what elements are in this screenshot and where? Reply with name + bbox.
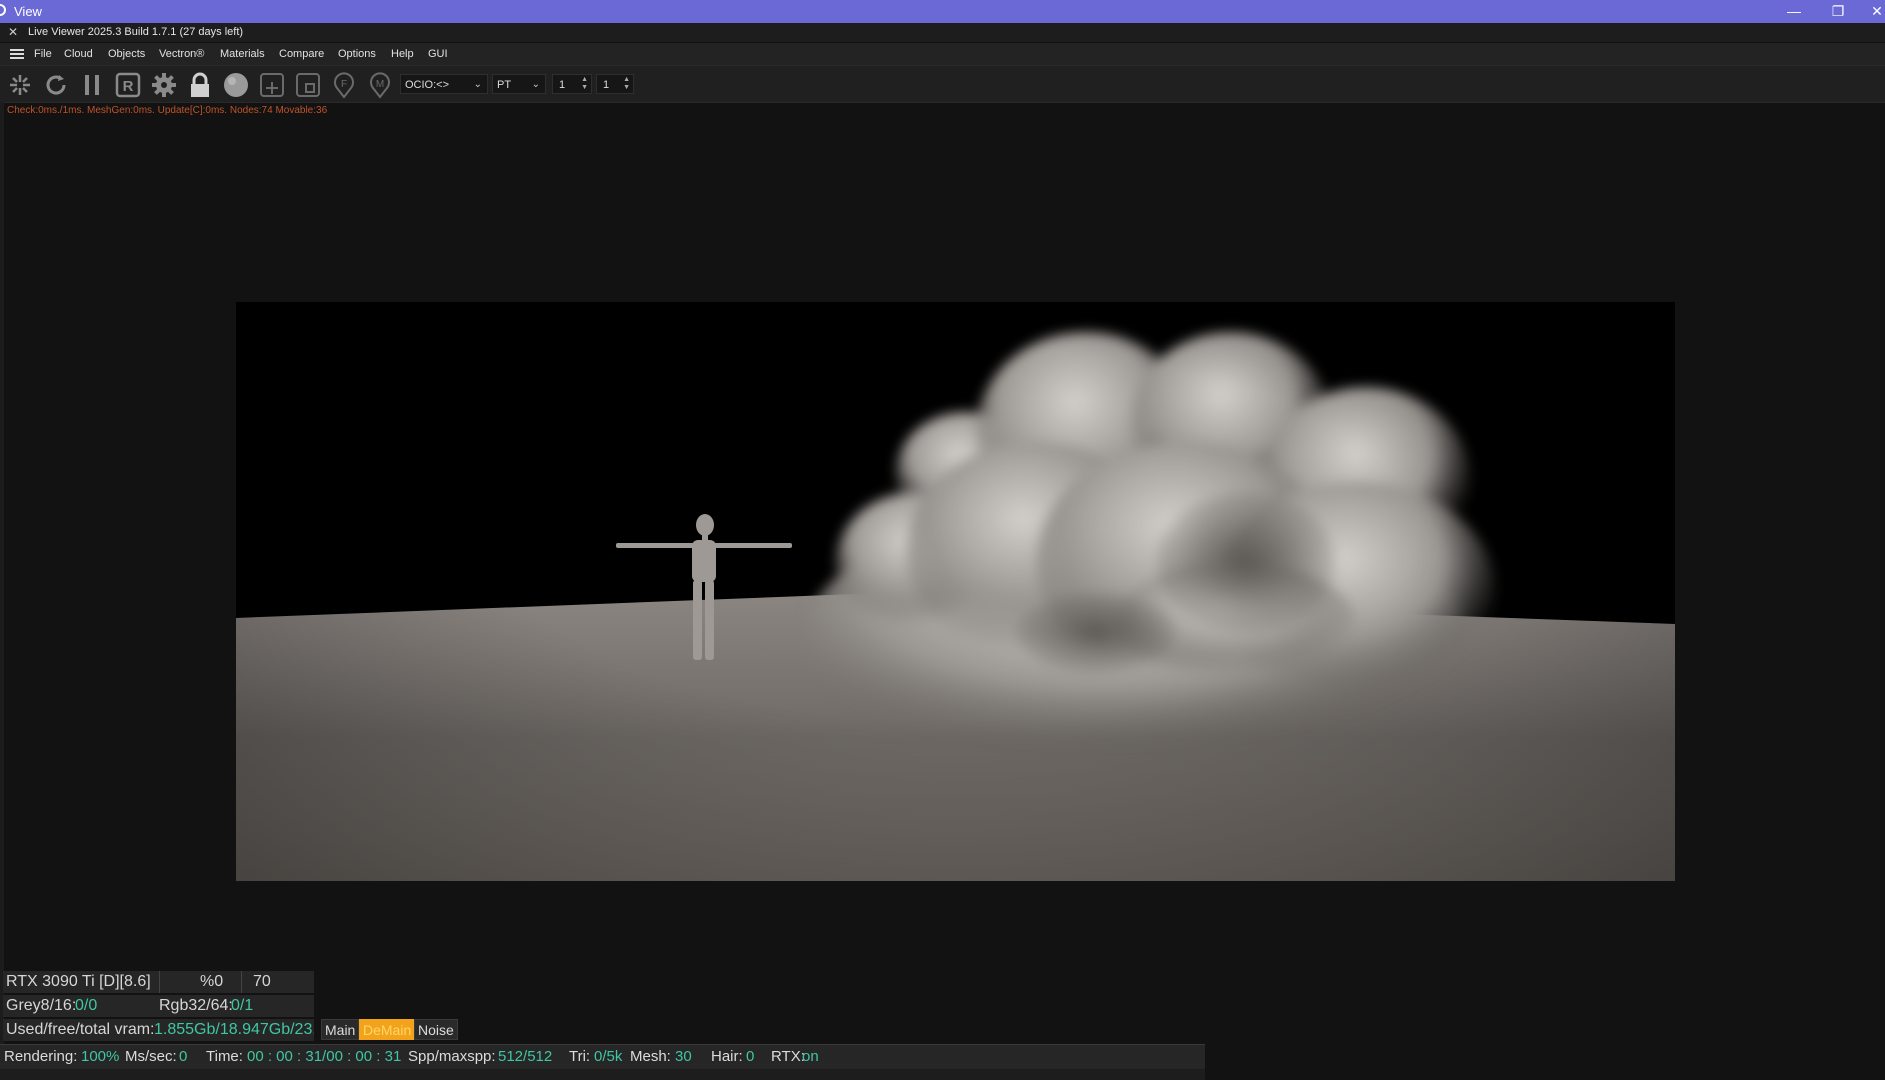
spp-label: Spp/maxspp: [408, 1048, 496, 1065]
menu-file[interactable]: File [34, 43, 52, 65]
menu-help[interactable]: Help [391, 43, 414, 65]
rtx-value: on [802, 1048, 819, 1065]
menu-compare[interactable]: Compare [279, 43, 324, 65]
scene-stats-line: Check:0ms./1ms. MeshGen:0ms. Update[C]:0… [7, 105, 328, 116]
spin-1-value: 1 [559, 79, 566, 91]
spin-2-value: 1 [603, 79, 610, 91]
gpu-temperature: 70 [253, 973, 271, 990]
window-title: View [14, 4, 42, 19]
tri-label: Tri: [569, 1048, 591, 1065]
mesh-label: Mesh: [630, 1048, 671, 1065]
app-icon [0, 4, 6, 16]
spin-arrows-icon[interactable]: ▲ ▼ [623, 76, 630, 92]
viewport-left-edge [0, 102, 4, 1079]
tab-noise[interactable]: Noise [414, 1019, 458, 1040]
tri-value: 0/5k [594, 1048, 623, 1065]
send-scene-icon[interactable] [6, 71, 34, 99]
chevron-down-icon: ⌄ [473, 79, 482, 90]
window-titlebar: View — ❐ ✕ [0, 0, 1885, 23]
crop-region-icon[interactable] [294, 71, 322, 99]
render-image[interactable] [236, 302, 1675, 881]
gpu-usage: %0 [200, 973, 224, 990]
rgb-value: 0/1 [231, 997, 254, 1014]
render-region-icon[interactable]: R [114, 71, 142, 99]
restore-button[interactable]: ❐ [1818, 0, 1858, 23]
grey-label: Grey8/16: [6, 997, 77, 1014]
menu-bar: File Cloud Objects Vectron® Materials Co… [0, 43, 1885, 65]
grey-value: 0/0 [75, 997, 98, 1014]
material-sphere-icon[interactable] [222, 71, 250, 99]
f-icon-label: F [341, 79, 347, 90]
menu-options[interactable]: Options [338, 43, 376, 65]
tab-main[interactable]: Main [321, 1019, 360, 1040]
ocio-value: OCIO:<> [405, 79, 450, 91]
mesh-value: 30 [675, 1048, 692, 1065]
texture-info-row: Grey8/16: 0/0 Rgb32/64: 0/1 [3, 995, 314, 1017]
time-label: Time: [206, 1048, 243, 1065]
focus-pin-icon[interactable]: F [330, 71, 358, 99]
time-value: 00 : 00 : 31/00 : 00 : 31 [247, 1048, 402, 1065]
gpu-name: RTX 3090 Ti [D][8.6] [6, 973, 151, 990]
menu-vectron[interactable]: Vectron® [159, 43, 204, 65]
close-panel-button[interactable]: ✕ [8, 23, 18, 42]
menu-gui[interactable]: GUI [428, 43, 448, 65]
spin-input-1[interactable]: 1 ▲ ▼ [552, 74, 592, 94]
add-region-icon[interactable] [258, 71, 286, 99]
spin-input-2[interactable]: 1 ▲ ▼ [596, 74, 634, 94]
hair-value: 0 [746, 1048, 755, 1065]
hamburger-menu-icon[interactable] [10, 49, 24, 59]
pause-icon[interactable] [78, 71, 106, 99]
status-bar-lower-strip [0, 1069, 1205, 1080]
kernel-mode-value: PT [497, 79, 512, 91]
render-status-bar: Rendering: 100% Ms/sec: 0 Time: 00 : 00 … [0, 1044, 1205, 1080]
minimize-button[interactable]: — [1774, 0, 1814, 23]
refresh-icon[interactable] [42, 71, 70, 99]
vram-info-row: Used/free/total vram: 1.855Gb/18.947Gb/2… [3, 1019, 314, 1041]
r-icon-label: R [123, 78, 134, 95]
material-pin-icon[interactable]: M [366, 71, 394, 99]
vram-value: 1.855Gb/18.947Gb/23.9 [154, 1021, 314, 1038]
close-window-button[interactable]: ✕ [1857, 0, 1885, 23]
rtx-label: RTX: [771, 1048, 805, 1065]
settings-gear-icon[interactable] [150, 71, 178, 99]
ms-label: Ms/sec: [125, 1048, 177, 1065]
kernel-mode-select[interactable]: PT ⌄ [492, 74, 546, 94]
plugin-title: Live Viewer 2025.3 Build 1.7.1 (27 days … [28, 26, 244, 38]
ms-value: 0 [179, 1048, 188, 1065]
vram-label: Used/free/total vram: [6, 1021, 155, 1038]
lock-icon[interactable] [186, 71, 214, 99]
rgb-label: Rgb32/64: [159, 997, 233, 1014]
plugin-header: ✕ Live Viewer 2025.3 Build 1.7.1 (27 day… [0, 23, 1885, 42]
chevron-down-icon: ⌄ [531, 79, 540, 90]
m-icon-label: M [376, 79, 384, 90]
tab-demain[interactable]: DeMain [359, 1019, 416, 1040]
spin-arrows-icon[interactable]: ▲ ▼ [581, 76, 588, 92]
rendered-scene [236, 302, 1675, 881]
ocio-select[interactable]: OCIO:<> ⌄ [400, 74, 488, 94]
menu-cloud[interactable]: Cloud [64, 43, 93, 65]
gpu-info-row: RTX 3090 Ti [D][8.6] %0 70 [3, 971, 314, 993]
spp-value: 512/512 [498, 1048, 553, 1065]
menu-objects[interactable]: Objects [108, 43, 145, 65]
hair-label: Hair: [711, 1048, 743, 1065]
rendering-value: 100% [81, 1048, 120, 1065]
toolbar: R F M OCIO:<> ⌄ PT ⌄ 1 ▲ ▼ 1 ▲ ▼ [0, 65, 1885, 103]
rendering-label: Rendering: [4, 1048, 78, 1065]
menu-materials[interactable]: Materials [220, 43, 265, 65]
